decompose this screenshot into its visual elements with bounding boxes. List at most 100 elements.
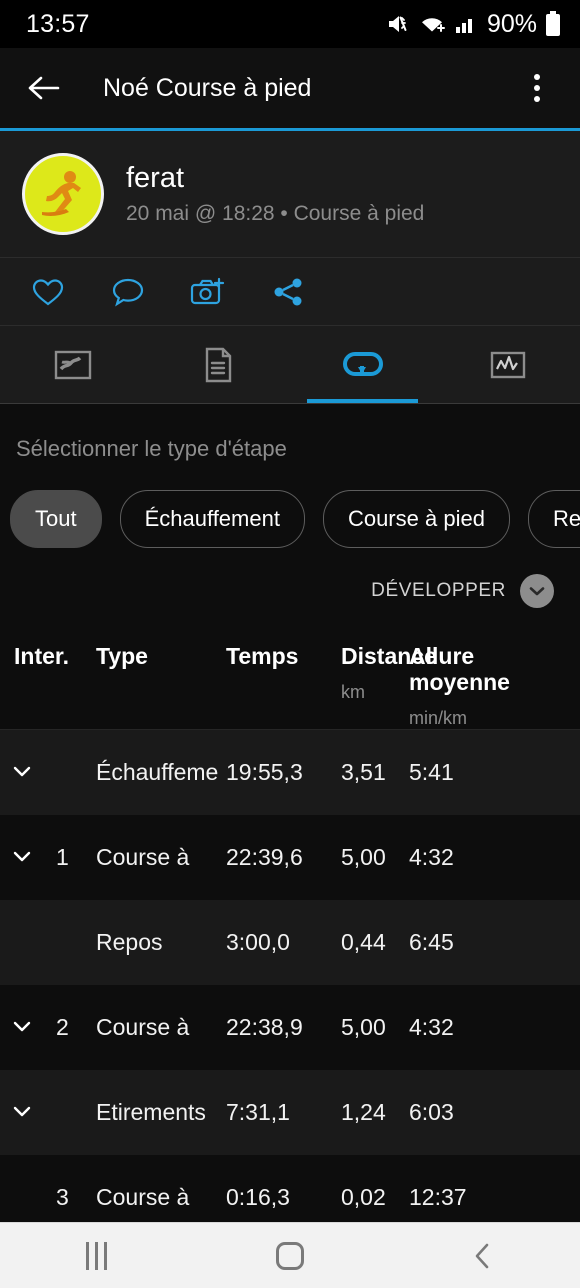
expand-toggle-button[interactable] — [520, 574, 554, 608]
table-row[interactable]: Échauffeme 19:55,3 3,51 5:41 — [0, 729, 580, 815]
row-type: Course à — [96, 1183, 190, 1210]
table-row[interactable]: 2 Course à 22:38,9 5,00 4:32 — [0, 984, 580, 1070]
map-icon — [54, 350, 91, 379]
home-icon — [275, 1241, 304, 1270]
filter-chip-course-a-pied[interactable]: Course à pied — [322, 490, 510, 548]
row-time: 19:55,3 — [226, 758, 303, 785]
row-type: Échauffeme — [96, 758, 219, 785]
header-temps: Temps — [226, 643, 299, 669]
document-list-icon — [205, 347, 231, 382]
row-time: 22:38,9 — [226, 1013, 303, 1040]
row-interval-number: 1 — [56, 843, 69, 870]
header-allure: Allure moyenne — [409, 643, 510, 695]
row-time: 7:31,1 — [226, 1098, 290, 1125]
header-distance-unit: km — [341, 681, 365, 702]
tab-details[interactable] — [145, 326, 290, 403]
row-type: Etirements — [96, 1098, 206, 1125]
filter-chip-repos[interactable]: Repos — [527, 490, 580, 548]
like-button[interactable] — [26, 270, 70, 314]
social-action-bar — [0, 258, 580, 326]
overflow-menu-button[interactable] — [514, 65, 560, 111]
activity-subtitle: 20 mai @ 18:28 • Course à pied — [126, 202, 425, 226]
back-arrow-button[interactable] — [20, 65, 66, 111]
tab-bar — [0, 326, 580, 404]
row-time: 3:00,0 — [226, 928, 290, 955]
battery-icon — [546, 11, 560, 36]
header-distance: Distance — [341, 643, 437, 669]
row-pace: 6:03 — [409, 1098, 454, 1125]
user-name: ferat — [126, 161, 185, 194]
chevron-down-icon — [13, 1106, 31, 1117]
chevron-down-icon — [13, 1021, 31, 1032]
row-expand-chevron[interactable] — [10, 849, 56, 865]
table-row[interactable]: Repos 3:00,0 0,44 6:45 — [0, 899, 580, 985]
row-distance: 5,00 — [341, 843, 386, 870]
battery-percent: 90% — [486, 9, 537, 38]
expand-label: DÉVELOPPER — [371, 580, 506, 601]
page-title: Noé Course à pied — [103, 73, 312, 102]
activity-header[interactable]: ferat 20 mai @ 18:28 • Course à pied — [0, 131, 580, 258]
row-pace: 12:37 — [409, 1183, 467, 1210]
comment-bubble-icon — [112, 278, 144, 306]
volume-mute-icon — [388, 16, 407, 32]
status-icons: 90% — [386, 10, 562, 39]
tab-map[interactable] — [0, 326, 145, 403]
cellular-signal-icon — [455, 19, 472, 33]
tab-charts[interactable] — [435, 326, 580, 403]
phone-screen: 13:57 90% Noé Course à pied ferat 20 mai… — [0, 0, 580, 1288]
avatar[interactable] — [22, 153, 104, 235]
table-row[interactable]: Etirements 7:31,1 1,24 6:03 — [0, 1069, 580, 1155]
status-bar: 13:57 90% — [0, 0, 580, 48]
row-distance: 0,02 — [341, 1183, 386, 1210]
filter-chip-tout[interactable]: Tout — [10, 490, 102, 548]
laps-panel: Sélectionner le type d'étape Tout Échauf… — [0, 404, 580, 1222]
wifi-icon — [421, 18, 445, 32]
table-row[interactable]: 3 Course à 0:16,3 0,02 12:37 — [0, 1154, 580, 1222]
app-bar: Noé Course à pied — [0, 48, 580, 131]
row-distance: 5,00 — [341, 1013, 386, 1040]
home-button[interactable] — [245, 1228, 335, 1284]
row-pace: 5:41 — [409, 758, 454, 785]
expand-control[interactable]: DÉVELOPPER — [0, 548, 580, 608]
back-button[interactable] — [438, 1228, 528, 1284]
arrow-left-icon — [28, 76, 60, 100]
filter-chip-echauffement[interactable]: Échauffement — [119, 490, 305, 548]
row-time: 22:39,6 — [226, 843, 303, 870]
table-row[interactable]: 1 Course à 22:39,6 5,00 4:32 — [0, 814, 580, 900]
more-vertical-icon — [534, 74, 540, 102]
camera-plus-icon — [190, 277, 225, 304]
row-interval-number: 2 — [56, 1013, 69, 1040]
recents-button[interactable] — [52, 1228, 142, 1284]
recents-icon — [86, 1241, 108, 1270]
row-distance: 1,24 — [341, 1098, 386, 1125]
tab-laps[interactable] — [290, 326, 435, 403]
row-distance: 0,44 — [341, 928, 386, 955]
row-pace: 4:32 — [409, 1013, 454, 1040]
row-time: 0:16,3 — [226, 1183, 290, 1210]
row-type: Course à — [96, 843, 190, 870]
header-inter: Inter. — [14, 643, 69, 669]
chevron-down-icon — [13, 766, 31, 777]
row-type: Repos — [96, 928, 163, 955]
add-photo-button[interactable] — [186, 270, 230, 314]
share-icon — [274, 278, 302, 305]
status-clock: 13:57 — [26, 9, 90, 38]
heart-icon — [32, 278, 64, 305]
activity-header-text: ferat 20 mai @ 18:28 • Course à pied — [126, 162, 424, 226]
share-button[interactable] — [266, 270, 310, 314]
row-distance: 3,51 — [341, 758, 386, 785]
android-nav-bar — [0, 1222, 580, 1288]
row-expand-chevron[interactable] — [10, 1019, 56, 1035]
filter-chip-row[interactable]: Tout Échauffement Course à pied Repos — [0, 462, 580, 548]
running-person-avatar — [42, 171, 81, 216]
row-expand-chevron[interactable] — [10, 764, 56, 780]
comment-button[interactable] — [106, 270, 150, 314]
chevron-down-icon — [13, 851, 31, 862]
row-interval-number: 3 — [56, 1183, 69, 1210]
laps-table: Inter. Type Temps Distance km Allure moy… — [0, 630, 580, 1222]
filter-label: Sélectionner le type d'étape — [16, 436, 287, 461]
header-type: Type — [96, 643, 148, 669]
chart-graph-icon — [490, 351, 525, 378]
row-expand-chevron[interactable] — [10, 1104, 56, 1120]
row-pace: 6:45 — [409, 928, 454, 955]
